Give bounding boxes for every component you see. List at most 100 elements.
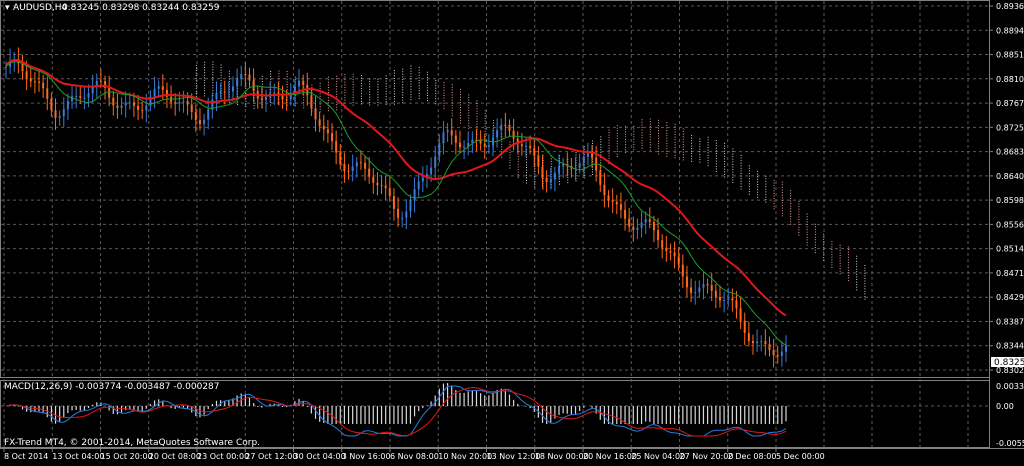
cloud-dot (798, 200, 800, 202)
cloud-dot (781, 212, 783, 214)
cloud-dot (649, 149, 651, 151)
candle-body (281, 95, 284, 100)
cloud-dot (740, 185, 742, 187)
cloud-dot (451, 99, 453, 101)
cloud-dot (534, 178, 536, 180)
price-tick-label: 0.87670 (996, 99, 1024, 108)
candle-body (533, 148, 536, 156)
cloud-dot (781, 202, 783, 204)
cloud-dot (459, 122, 461, 124)
candle-body (665, 247, 668, 252)
cloud-dot (517, 171, 519, 173)
cloud-dot (798, 211, 800, 213)
cloud-dot (517, 166, 519, 168)
cloud-dot (575, 154, 577, 156)
time-tick-label: 8 Oct 2014 (4, 452, 48, 461)
time-tick-label: 10 Nov 20:00 (438, 452, 492, 461)
cloud-dot (864, 298, 866, 300)
cloud-dot (195, 72, 197, 74)
cloud-dot (765, 191, 767, 193)
candle-body (112, 97, 115, 106)
cloud-dot (691, 158, 693, 160)
cloud-dot (765, 175, 767, 177)
macd-axis: 0.003374 0.00 -0.00556 (996, 382, 1024, 448)
cloud-dot (864, 296, 866, 298)
cloud-dot (336, 91, 338, 93)
cloud-dot (476, 126, 478, 128)
candle-body (397, 208, 400, 218)
cloud-dot (625, 149, 627, 151)
cloud-dot (682, 136, 684, 138)
candle-body (768, 344, 771, 351)
cloud-dot (509, 152, 511, 154)
cloud-dot (790, 208, 792, 210)
cloud-dot (212, 74, 214, 76)
cloud-dot (649, 139, 651, 141)
cloud-dot (410, 70, 412, 72)
candle-body (335, 141, 338, 153)
candle-body (38, 81, 41, 83)
cloud-dot (757, 171, 759, 173)
cloud-dot (542, 188, 544, 190)
cloud-dot (402, 71, 404, 73)
cloud-dot (600, 138, 602, 140)
candle-body (628, 218, 631, 227)
cloud-dot (468, 94, 470, 96)
cloud-dot (724, 155, 726, 157)
candle-body (265, 96, 267, 101)
cloud-dot (674, 134, 676, 136)
cloud-dot (666, 132, 668, 134)
cloud-dot (220, 80, 222, 82)
cloud-dot (261, 81, 263, 83)
candlesticks (5, 47, 787, 368)
dropdown-triangle-icon[interactable]: ▾ (5, 3, 10, 13)
cloud-dot (575, 180, 577, 182)
candle-body (244, 74, 247, 76)
candle-body (46, 88, 49, 99)
cloud-dot (344, 81, 346, 83)
candle-body (669, 251, 672, 253)
candle-body (120, 105, 123, 108)
cloud-dot (625, 128, 627, 130)
cloud-dot (691, 147, 693, 149)
cloud-dot (410, 99, 412, 101)
cloud-dot (847, 254, 849, 256)
cloud-dot (674, 136, 676, 138)
cloud-dot (831, 267, 833, 269)
cloud-dot (757, 173, 759, 175)
cloud-dot (195, 80, 197, 82)
cloud-dot (393, 88, 395, 90)
candle-body (652, 221, 655, 231)
cloud-dot (658, 137, 660, 139)
cloud-dot (715, 152, 717, 154)
candle-body (463, 146, 466, 148)
cloud-dot (732, 182, 734, 184)
cloud-dot (649, 133, 651, 135)
candle-body (79, 95, 82, 98)
cloud-dot (798, 203, 800, 205)
cloud-dot (426, 74, 428, 76)
cloud-dot (781, 184, 783, 186)
price-chart[interactable]: ▾ AUDUSD,H4 0.83245 0.83298 0.83244 0.83… (0, 0, 1024, 462)
time-tick-label: 27 Oct 12:00 (245, 452, 297, 461)
cloud-dot (666, 153, 668, 155)
candle-body (128, 102, 131, 104)
cloud-dot (724, 153, 726, 155)
cloud-dot (847, 256, 849, 258)
cloud-dot (443, 107, 445, 109)
cloud-dot (649, 128, 651, 130)
cloud-dot (319, 93, 321, 95)
cloud-dot (658, 153, 660, 155)
cloud-dot (600, 162, 602, 164)
candle-body (50, 98, 53, 111)
cloud-dot (732, 166, 734, 168)
cloud-dot (806, 234, 808, 236)
candle-body (780, 351, 783, 356)
cloud-dot (484, 120, 486, 122)
cloud-dot (839, 262, 841, 264)
cloud-dot (691, 142, 693, 144)
candle-body (558, 166, 561, 173)
cloud-dot (715, 160, 717, 162)
cloud-dot (336, 80, 338, 82)
cloud-dot (608, 132, 610, 134)
